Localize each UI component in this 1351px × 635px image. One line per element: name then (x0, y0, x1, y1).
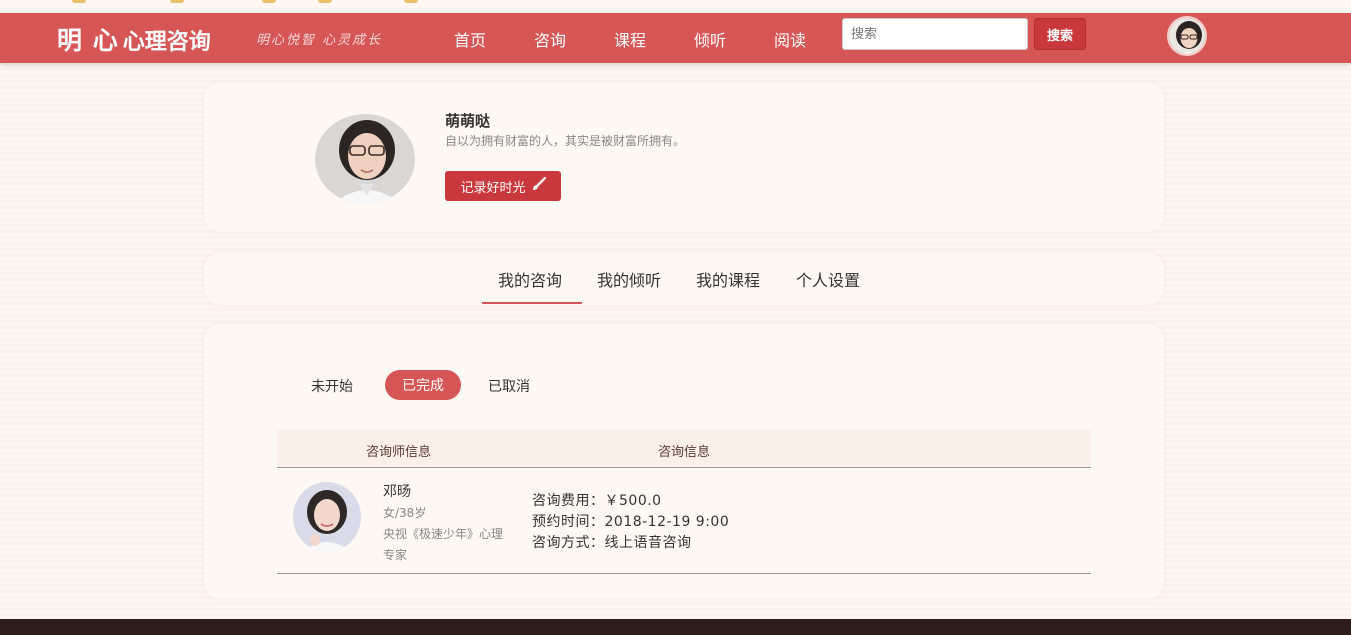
tab-my-courses[interactable]: 我的课程 (696, 267, 760, 291)
tabs-card: 我的咨询 我的倾听 我的课程 个人设置 (204, 253, 1164, 305)
record-button-label: 记录好时光 (460, 180, 526, 196)
brand-main: 明 心 (57, 26, 119, 55)
consultation-list-card: 未开始 已完成 已取消 咨询师信息 咨询信息 邓旸 女/38岁 央视《极速少年》… (204, 324, 1164, 599)
counselor-gender-age: 女/38岁 (383, 506, 427, 520)
slogan: 明心悦智 心灵成长 (256, 33, 383, 48)
user-avatar[interactable] (1167, 16, 1207, 56)
record-moment-button[interactable]: 记录好时光 (445, 171, 561, 201)
search-input[interactable] (842, 18, 1028, 50)
nav-course[interactable]: 课程 (614, 27, 646, 51)
brand-sub: 心理咨询 (122, 29, 211, 55)
header-consultation-info: 咨询信息 (658, 445, 711, 460)
tab-my-consultation[interactable]: 我的咨询 (498, 267, 562, 291)
counselor-avatar[interactable] (293, 482, 361, 552)
nav-home[interactable]: 首页 (454, 27, 486, 51)
top-strip (0, 0, 1351, 13)
nav-reading[interactable]: 阅读 (774, 27, 806, 51)
table-row[interactable]: 邓旸 女/38岁 央视《极速少年》心理专家 咨询费用：￥500.0 预约时间：2… (277, 469, 1091, 574)
counselor-description: 央视《极速少年》心理专家 (383, 527, 504, 562)
table-header: 咨询师信息 咨询信息 (277, 430, 1091, 468)
navbar: 明 心 心理咨询 明心悦智 心灵成长 首页 咨询 课程 倾听 阅读 搜索 (0, 13, 1351, 63)
footer (0, 619, 1351, 635)
brand-logo[interactable]: 明 心 心理咨询 (57, 21, 211, 55)
status-tab-completed[interactable]: 已完成 (385, 370, 461, 400)
profile-card: 萌萌哒 自以为拥有财富的人，其实是被财富所拥有。 记录好时光 (204, 82, 1164, 232)
brush-icon (532, 176, 546, 195)
header-counselor-info: 咨询师信息 (366, 445, 432, 460)
consultation-fee: 咨询费用：￥500.0 (532, 493, 662, 509)
search-button[interactable]: 搜索 (1034, 18, 1086, 50)
profile-avatar[interactable] (315, 114, 415, 204)
counselor-name[interactable]: 邓旸 (383, 481, 411, 501)
nav-listen[interactable]: 倾听 (694, 27, 726, 51)
appointment-time: 预约时间：2018-12-19 9:00 (532, 514, 730, 530)
status-tab-cancelled[interactable]: 已取消 (488, 376, 530, 396)
active-tab-indicator (482, 302, 582, 304)
tab-personal-settings[interactable]: 个人设置 (796, 267, 860, 291)
profile-name: 萌萌哒 (445, 112, 491, 130)
consultation-method: 咨询方式：线上语音咨询 (532, 535, 692, 551)
profile-motto: 自以为拥有财富的人，其实是被财富所拥有。 (445, 134, 686, 148)
nav-consult[interactable]: 咨询 (534, 27, 566, 51)
tab-my-listening[interactable]: 我的倾听 (597, 267, 661, 291)
status-tab-not-started[interactable]: 未开始 (311, 376, 353, 396)
